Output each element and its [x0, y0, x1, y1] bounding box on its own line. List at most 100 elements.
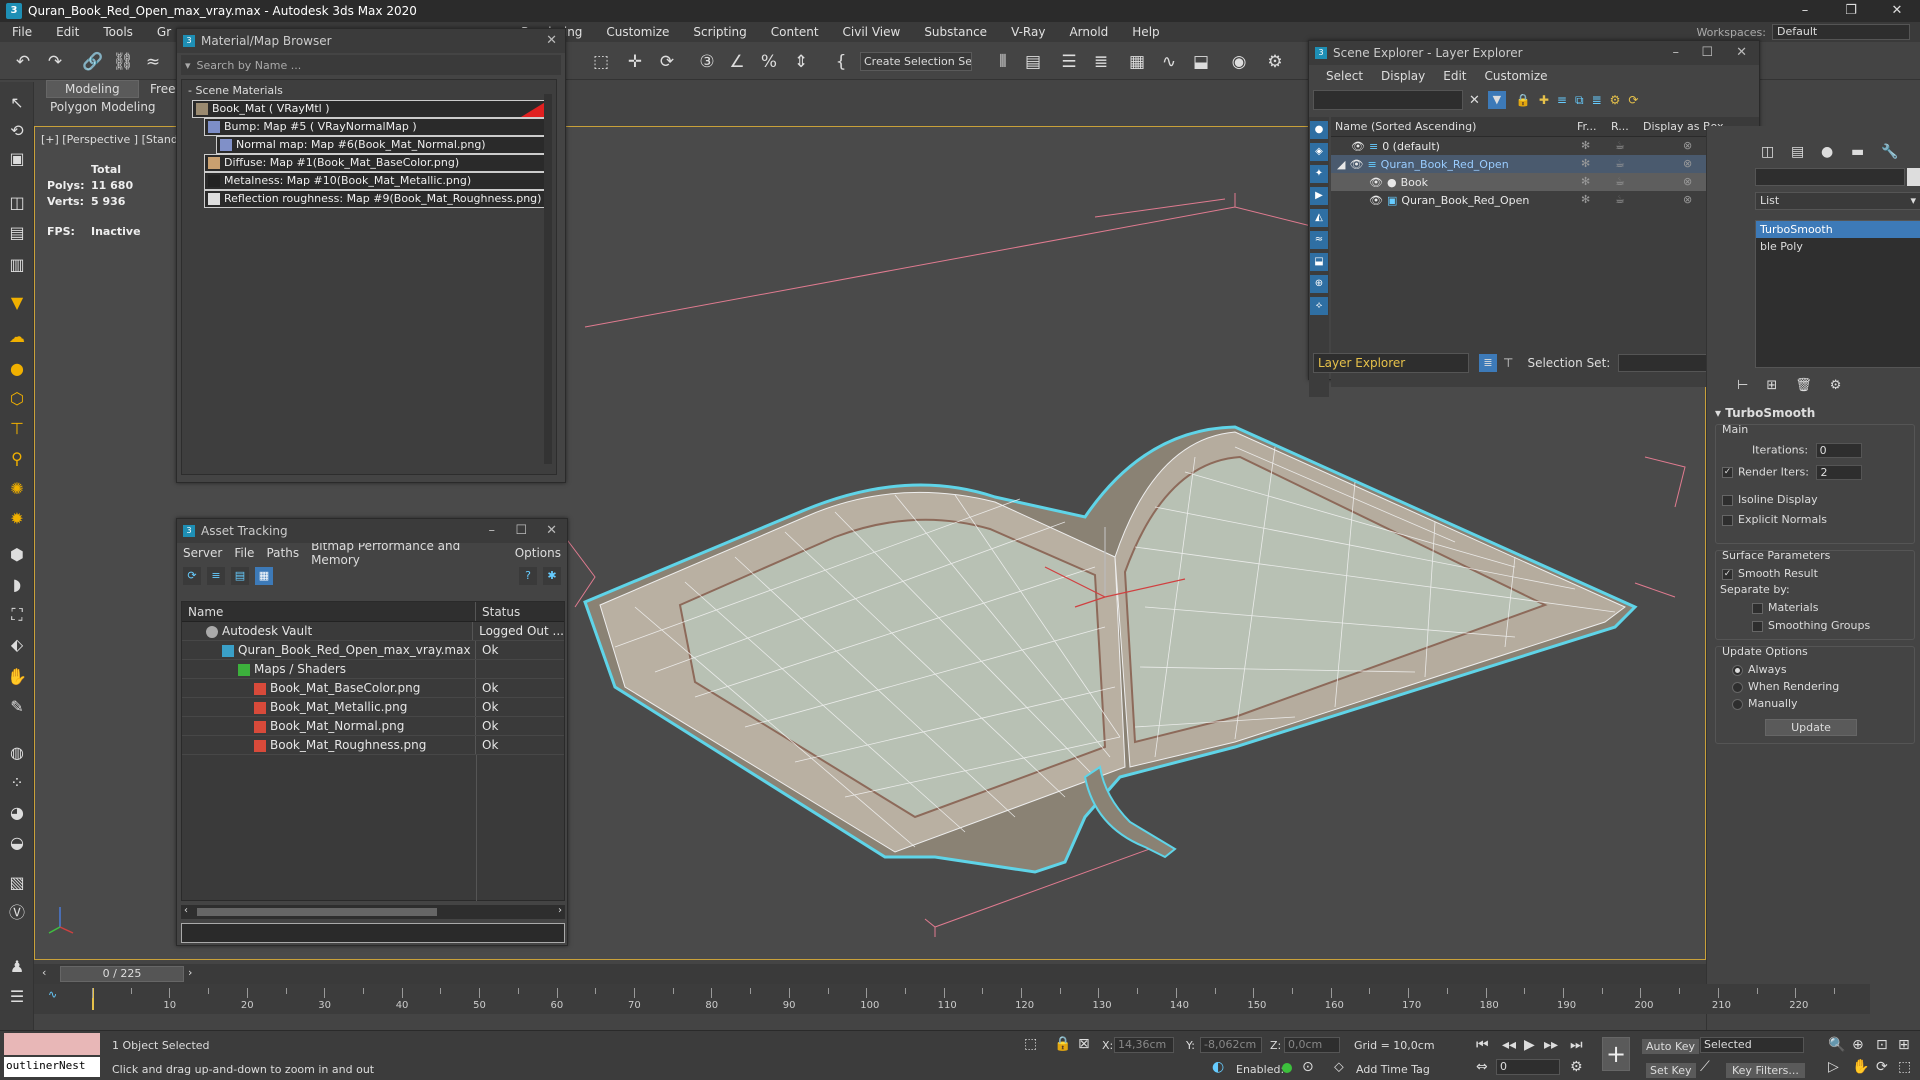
- scene-search-input[interactable]: [1313, 90, 1463, 110]
- menu-edit[interactable]: Edit: [1434, 69, 1475, 83]
- add-to-layer-icon[interactable]: ≡: [1557, 93, 1567, 107]
- shapes-icon[interactable]: ◫: [6, 192, 28, 214]
- schematic-view-icon[interactable]: ⬓: [1190, 51, 1212, 73]
- filter-icon[interactable]: ▼: [1487, 91, 1506, 109]
- bind-spacewarp-icon[interactable]: ≈: [142, 51, 164, 73]
- time-tag-icon[interactable]: ⊙: [1302, 1059, 1314, 1075]
- menu-select[interactable]: Select: [1317, 69, 1372, 83]
- zoom-all-icon[interactable]: ⊕: [1852, 1037, 1864, 1053]
- motion-tab-icon[interactable]: ●: [1821, 144, 1833, 160]
- selection-lock-icon[interactable]: 🔒: [1054, 1036, 1071, 1052]
- pan-icon[interactable]: ✋: [1852, 1059, 1869, 1075]
- explorer-type-dropdown[interactable]: Layer Explorer: [1313, 353, 1469, 373]
- box-icon[interactable]: ▣: [6, 148, 28, 170]
- layer-explorer-icon[interactable]: ≣: [1090, 51, 1112, 73]
- lock-icon[interactable]: 🔒: [1516, 93, 1531, 107]
- table-row[interactable]: Maps / Shaders: [182, 660, 564, 679]
- cameras-icon[interactable]: ▤: [6, 222, 28, 244]
- column-status[interactable]: Status: [476, 602, 520, 621]
- table-row[interactable]: Autodesk Vault Logged Out ...: [182, 622, 564, 641]
- box-display-icon[interactable]: ⊗: [1683, 137, 1692, 155]
- menu-content[interactable]: Content: [759, 25, 831, 39]
- menu-scripting[interactable]: Scripting: [681, 25, 758, 39]
- list-view-icon[interactable]: ≡: [207, 567, 225, 585]
- prev-frame-icon[interactable]: ‹: [42, 966, 46, 979]
- orbit-view-icon[interactable]: ⟳: [1876, 1059, 1888, 1075]
- object-name-field[interactable]: [1755, 168, 1905, 186]
- settings-icon[interactable]: ✱: [543, 567, 561, 585]
- link-icon[interactable]: 🔗: [82, 51, 104, 73]
- manually-radio[interactable]: [1732, 698, 1743, 710]
- eye-icon[interactable]: 👁: [1369, 176, 1383, 189]
- material-browser-scrollbar[interactable]: [544, 94, 552, 464]
- sky-icon[interactable]: ✹: [6, 508, 28, 530]
- align-icon[interactable]: ▤: [1022, 51, 1044, 73]
- box-display-icon[interactable]: ⊗: [1683, 191, 1692, 209]
- current-frame-field[interactable]: 0: [1496, 1059, 1560, 1075]
- enabled-indicator[interactable]: [1282, 1063, 1292, 1073]
- render-iters-checkbox[interactable]: ✓: [1722, 467, 1733, 478]
- key-mode-icon[interactable]: ⇔: [1476, 1059, 1488, 1075]
- torus-icon[interactable]: ⊤: [6, 418, 28, 440]
- menu-help[interactable]: Help: [1120, 25, 1171, 39]
- field-of-view-icon[interactable]: ▷: [1828, 1059, 1839, 1075]
- material-item[interactable]: Reflection roughness: Map #9(Book_Mat_Ro…: [204, 190, 548, 208]
- scene-explorer-titlebar[interactable]: 3 Scene Explorer - Layer Explorer – ☐ ✕: [1309, 41, 1759, 65]
- menu-arnold[interactable]: Arnold: [1057, 25, 1120, 39]
- render-iters-spinner[interactable]: 2: [1816, 465, 1863, 480]
- expand-icon[interactable]: ◢: [1337, 158, 1345, 171]
- particles-icon[interactable]: ⁘: [6, 772, 28, 794]
- close-icon[interactable]: ✕: [546, 29, 557, 53]
- scrollbar-thumb[interactable]: [197, 908, 437, 916]
- ribbon-toggle-icon[interactable]: ▦: [1126, 51, 1148, 73]
- z-coordinate-field[interactable]: 0,0cm: [1284, 1037, 1340, 1053]
- display-geometry-icon[interactable]: ●: [1310, 121, 1328, 139]
- maxscript-listener-output[interactable]: [4, 1033, 100, 1055]
- remove-modifier-icon[interactable]: 🗑: [1795, 378, 1812, 393]
- scene-materials-group[interactable]: - Scene Materials: [182, 80, 556, 101]
- set-key-button[interactable]: Set Key: [1646, 1063, 1696, 1078]
- stack-item-turbosmooth[interactable]: TurboSmooth: [1756, 221, 1920, 238]
- display-spacewarps-icon[interactable]: ≈: [1310, 231, 1328, 249]
- minimize-icon[interactable]: –: [1673, 41, 1680, 65]
- material-item[interactable]: Normal map: Map #6(Book_Mat_Normal.png): [216, 136, 548, 154]
- asset-horizontal-scrollbar[interactable]: ‹ ›: [181, 905, 565, 919]
- scroll-right-icon[interactable]: ›: [558, 905, 562, 916]
- render-icon[interactable]: ◕: [6, 802, 28, 824]
- auto-key-button[interactable]: Auto Key: [1642, 1039, 1699, 1054]
- table-row[interactable]: Book_Mat_Metallic.png Ok: [182, 698, 564, 717]
- y-coordinate-field[interactable]: -8,062cm: [1200, 1037, 1262, 1053]
- helpers-icon[interactable]: ▼: [6, 292, 28, 314]
- column-freeze[interactable]: Fr...: [1573, 117, 1607, 136]
- menu-edit[interactable]: Edit: [44, 25, 91, 39]
- dropdown-arrow-icon[interactable]: ▾: [185, 59, 191, 72]
- show-end-result-icon[interactable]: ⊞: [1766, 378, 1777, 393]
- eye-icon[interactable]: 👁: [1349, 158, 1363, 171]
- material-editor-icon[interactable]: ◉: [1228, 51, 1250, 73]
- object-color-swatch[interactable]: [1907, 168, 1920, 186]
- stack-item-editable-poly[interactable]: ble Poly: [1756, 238, 1920, 255]
- detail-view-icon[interactable]: ▤: [231, 567, 249, 585]
- menu-bitmap-performance[interactable]: Bitmap Performance and Memory: [305, 539, 509, 567]
- spinner-snap-icon[interactable]: ⇕: [790, 51, 812, 73]
- asset-tracking-titlebar[interactable]: 3 Asset Tracking – ☐ ✕: [177, 519, 567, 543]
- layer-stack-icon[interactable]: ≣: [1592, 93, 1602, 107]
- display-groups-icon[interactable]: ⬓: [1310, 253, 1328, 271]
- render-setup-icon[interactable]: ⚙: [1264, 51, 1286, 73]
- key-filters-button[interactable]: Key Filters...: [1726, 1063, 1805, 1078]
- move-icon[interactable]: ✛: [624, 51, 646, 73]
- help-icon[interactable]: ?: [519, 567, 537, 585]
- render-teapot-icon[interactable]: ☕: [1615, 173, 1625, 191]
- maximize-button[interactable]: ❐: [1828, 0, 1874, 22]
- track-bar[interactable]: ∿ 10 20 30 40 50 60 70 80 90 100 110 120 130 140 150 16…: [34, 984, 1870, 1014]
- zoom-icon[interactable]: 🔍: [1828, 1037, 1845, 1053]
- maximize-viewport-icon[interactable]: ⬚: [1898, 1059, 1911, 1075]
- hierarchy-tab-icon[interactable]: ▤: [1791, 144, 1804, 160]
- isoline-checkbox[interactable]: [1722, 494, 1733, 506]
- configure-modifier-sets-icon[interactable]: ⚙: [1830, 378, 1842, 393]
- select-tool-icon[interactable]: ↖: [6, 92, 28, 114]
- toggle-scene-explorer-icon[interactable]: ☰: [1058, 51, 1080, 73]
- zoom-extents-icon[interactable]: ⊡: [1876, 1037, 1888, 1053]
- explicit-normals-checkbox[interactable]: [1722, 514, 1733, 526]
- always-radio[interactable]: [1732, 664, 1743, 676]
